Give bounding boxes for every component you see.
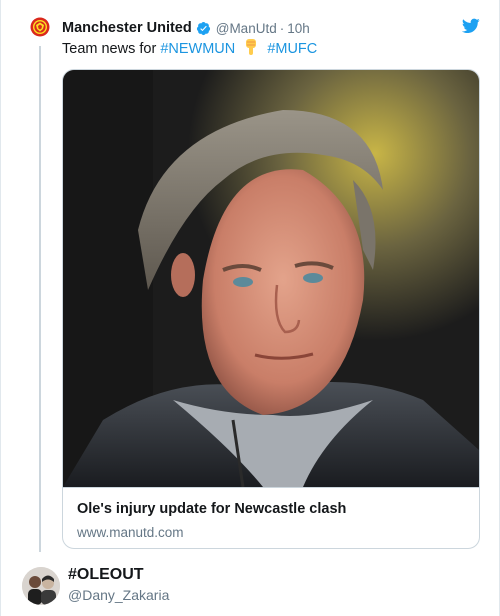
tweet-header: Manchester United @ManUtd · 10h xyxy=(62,18,482,38)
user-handle[interactable]: @ManUtd xyxy=(216,21,277,36)
reply-tweet[interactable]: #OLEOUT @Dany_Zakaria xyxy=(1,560,500,616)
reply-avatar[interactable] xyxy=(22,567,60,605)
card-title[interactable]: Ole's injury update for Newcastle clash xyxy=(77,500,465,519)
card-image-portrait[interactable] xyxy=(63,70,479,487)
link-card[interactable]: Ole's injury update for Newcastle clash … xyxy=(62,69,480,549)
hashtag-newmun[interactable]: #NEWMUN xyxy=(160,41,235,57)
reply-display-name[interactable]: #OLEOUT xyxy=(68,566,144,584)
card-details[interactable]: Ole's injury update for Newcastle clash … xyxy=(63,487,479,548)
hashtag-mufc[interactable]: #MUFC xyxy=(267,41,317,57)
tweet-timestamp[interactable]: 10h xyxy=(287,21,310,36)
tweet-text-prefix: Team news for xyxy=(62,41,157,57)
manchester-united-crest-icon[interactable] xyxy=(30,17,50,37)
verified-badge-icon xyxy=(196,21,210,35)
separator-dot: · xyxy=(279,20,285,36)
thread-connector-line xyxy=(39,46,41,552)
twitter-bird-icon[interactable] xyxy=(462,18,480,34)
pointing-down-hand-icon xyxy=(243,38,259,62)
tweet-text: Team news for #NEWMUN #MUFC xyxy=(62,38,317,62)
display-name[interactable]: Manchester United xyxy=(62,20,192,36)
card-url[interactable]: www.manutd.com xyxy=(77,524,465,541)
reply-user-handle[interactable]: @Dany_Zakaria xyxy=(68,587,169,603)
tweet-embed-frame: Manchester United @ManUtd · 10h Team new… xyxy=(0,0,500,616)
